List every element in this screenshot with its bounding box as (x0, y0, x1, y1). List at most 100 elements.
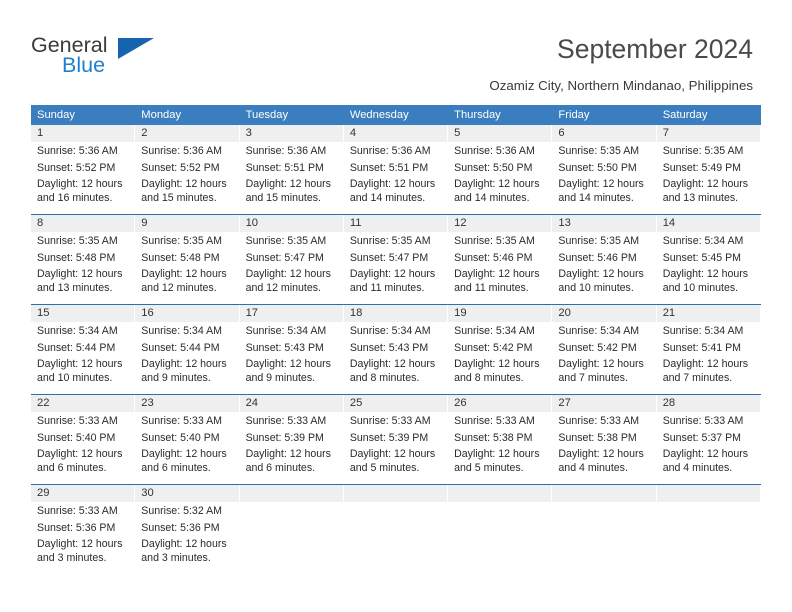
day-daylight: Daylight: 12 hours and 15 minutes. (141, 178, 227, 204)
day-number: 1 (31, 125, 135, 142)
day-number: 4 (343, 125, 448, 142)
day-sunset: Sunset: 5:38 PM (558, 431, 637, 444)
page-title: September 2024 (557, 34, 753, 64)
day-number (552, 485, 656, 502)
day-number (656, 485, 760, 502)
day-sunrise: Sunrise: 5:36 AM (454, 145, 535, 157)
day-sunset: Sunset: 5:51 PM (349, 161, 429, 174)
calendar-day-cell[interactable]: 20 Sunrise: 5:34 AM Sunset: 5:42 PM Dayl… (552, 305, 657, 394)
triangle-logo-icon (118, 38, 154, 59)
day-sunrise: Sunrise: 5:34 AM (37, 325, 118, 337)
day-sunrise: Sunrise: 5:35 AM (349, 235, 431, 247)
calendar-day-cell[interactable]: 8 Sunrise: 5:35 AM Sunset: 5:48 PM Dayli… (31, 215, 136, 304)
calendar-day-cell[interactable]: 24 Sunrise: 5:33 AM Sunset: 5:39 PM Dayl… (239, 395, 344, 484)
day-sunset: Sunset: 5:43 PM (349, 341, 429, 354)
calendar-day-cell[interactable]: 22 Sunrise: 5:33 AM Sunset: 5:40 PM Dayl… (31, 395, 136, 484)
calendar-day-cell[interactable]: 10 Sunrise: 5:35 AM Sunset: 5:47 PM Dayl… (239, 215, 344, 304)
calendar-day-cell[interactable]: 4 Sunrise: 5:36 AM Sunset: 5:51 PM Dayli… (343, 125, 449, 214)
day-number: 7 (656, 125, 760, 142)
day-number: 26 (448, 395, 552, 412)
day-number (239, 485, 343, 502)
calendar-day-cell-empty (343, 485, 449, 557)
day-sunset: Sunset: 5:39 PM (245, 431, 324, 444)
day-sunrise: Sunrise: 5:35 AM (141, 235, 222, 247)
day-sunset: Sunset: 5:47 PM (349, 251, 429, 264)
day-daylight: Daylight: 12 hours and 11 minutes. (454, 268, 540, 294)
calendar-day-cell[interactable]: 5 Sunrise: 5:36 AM Sunset: 5:50 PM Dayli… (448, 125, 553, 214)
weekday-header-thursday: Thursday (454, 109, 501, 121)
day-daylight: Daylight: 12 hours and 4 minutes. (558, 448, 644, 474)
calendar-day-cell[interactable]: 16 Sunrise: 5:34 AM Sunset: 5:44 PM Dayl… (135, 305, 240, 394)
calendar-day-cell[interactable]: 14 Sunrise: 5:34 AM Sunset: 5:45 PM Dayl… (656, 215, 761, 304)
calendar-day-cell[interactable]: 19 Sunrise: 5:34 AM Sunset: 5:42 PM Dayl… (448, 305, 553, 394)
calendar-day-cell[interactable]: 9 Sunrise: 5:35 AM Sunset: 5:48 PM Dayli… (135, 215, 240, 304)
day-daylight: Daylight: 12 hours and 13 minutes. (662, 178, 749, 204)
day-daylight: Daylight: 12 hours and 16 minutes. (37, 178, 123, 204)
day-number: 28 (656, 395, 760, 412)
day-sunset: Sunset: 5:42 PM (454, 341, 533, 354)
weekday-header-tuesday: Tuesday (245, 109, 289, 121)
day-number (448, 485, 552, 502)
day-number (343, 485, 448, 502)
calendar-week-row: 1 Sunrise: 5:36 AM Sunset: 5:52 PM Dayli… (31, 125, 761, 214)
day-sunrise: Sunrise: 5:33 AM (349, 415, 431, 427)
day-sunset: Sunset: 5:45 PM (662, 251, 742, 264)
day-sunset: Sunset: 5:40 PM (141, 431, 220, 444)
calendar-day-cell[interactable]: 6 Sunrise: 5:35 AM Sunset: 5:50 PM Dayli… (552, 125, 657, 214)
day-sunset: Sunset: 5:42 PM (558, 341, 637, 354)
day-sunset: Sunset: 5:48 PM (37, 251, 116, 264)
day-sunset: Sunset: 5:48 PM (141, 251, 220, 264)
calendar-day-cell[interactable]: 11 Sunrise: 5:35 AM Sunset: 5:47 PM Dayl… (343, 215, 449, 304)
day-sunrise: Sunrise: 5:35 AM (37, 235, 118, 247)
day-sunrise: Sunrise: 5:36 AM (349, 145, 431, 157)
day-sunset: Sunset: 5:39 PM (349, 431, 429, 444)
weekday-header-wednesday: Wednesday (349, 109, 409, 121)
weekday-header-saturday: Saturday (662, 109, 708, 121)
day-number: 13 (552, 215, 656, 232)
calendar-day-cell[interactable]: 2 Sunrise: 5:36 AM Sunset: 5:52 PM Dayli… (135, 125, 240, 214)
day-sunrise: Sunrise: 5:35 AM (558, 235, 640, 247)
day-number: 22 (31, 395, 135, 412)
day-daylight: Daylight: 12 hours and 10 minutes. (662, 268, 749, 294)
calendar-day-cell[interactable]: 17 Sunrise: 5:34 AM Sunset: 5:43 PM Dayl… (239, 305, 344, 394)
calendar-day-cell[interactable]: 23 Sunrise: 5:33 AM Sunset: 5:40 PM Dayl… (135, 395, 240, 484)
day-sunset: Sunset: 5:52 PM (37, 161, 116, 174)
calendar-day-cell[interactable]: 1 Sunrise: 5:36 AM Sunset: 5:52 PM Dayli… (31, 125, 136, 214)
calendar-day-cell[interactable]: 18 Sunrise: 5:34 AM Sunset: 5:43 PM Dayl… (343, 305, 449, 394)
calendar-weekday-header: Sunday Monday Tuesday Wednesday Thursday… (31, 105, 761, 125)
day-daylight: Daylight: 12 hours and 8 minutes. (349, 358, 436, 384)
calendar-day-cell-empty (448, 485, 553, 557)
day-daylight: Daylight: 12 hours and 5 minutes. (349, 448, 436, 474)
day-sunrise: Sunrise: 5:33 AM (558, 415, 640, 427)
calendar-day-cell[interactable]: 29 Sunrise: 5:33 AM Sunset: 5:36 PM Dayl… (31, 485, 136, 564)
day-daylight: Daylight: 12 hours and 7 minutes. (662, 358, 749, 384)
calendar-day-cell-empty (552, 485, 657, 557)
page-subtitle-location: Ozamiz City, Northern Mindanao, Philippi… (489, 78, 753, 93)
day-daylight: Daylight: 12 hours and 3 minutes. (37, 538, 123, 564)
brand-name-blue: Blue (62, 53, 106, 77)
day-number: 12 (448, 215, 552, 232)
calendar-day-cell[interactable]: 12 Sunrise: 5:35 AM Sunset: 5:46 PM Dayl… (448, 215, 553, 304)
day-daylight: Daylight: 12 hours and 7 minutes. (558, 358, 644, 384)
calendar-week-row: 8 Sunrise: 5:35 AM Sunset: 5:48 PM Dayli… (31, 214, 761, 304)
day-daylight: Daylight: 12 hours and 4 minutes. (662, 448, 749, 474)
day-sunset: Sunset: 5:51 PM (245, 161, 324, 174)
calendar-day-cell[interactable]: 28 Sunrise: 5:33 AM Sunset: 5:37 PM Dayl… (656, 395, 761, 484)
calendar-day-cell[interactable]: 21 Sunrise: 5:34 AM Sunset: 5:41 PM Dayl… (656, 305, 761, 394)
calendar-day-cell[interactable]: 7 Sunrise: 5:35 AM Sunset: 5:49 PM Dayli… (656, 125, 761, 214)
calendar-day-cell[interactable]: 25 Sunrise: 5:33 AM Sunset: 5:39 PM Dayl… (343, 395, 449, 484)
calendar-day-cell[interactable]: 13 Sunrise: 5:35 AM Sunset: 5:46 PM Dayl… (552, 215, 657, 304)
calendar-day-cell[interactable]: 26 Sunrise: 5:33 AM Sunset: 5:38 PM Dayl… (448, 395, 553, 484)
calendar-day-cell[interactable]: 15 Sunrise: 5:34 AM Sunset: 5:44 PM Dayl… (31, 305, 136, 394)
day-sunset: Sunset: 5:50 PM (558, 161, 637, 174)
calendar-day-cell[interactable]: 27 Sunrise: 5:33 AM Sunset: 5:38 PM Dayl… (552, 395, 657, 484)
brand-logo[interactable]: General Blue (31, 33, 211, 83)
day-number: 25 (343, 395, 448, 412)
weekday-header-friday: Friday (558, 109, 590, 121)
calendar-day-cell-empty (656, 485, 761, 557)
day-number: 8 (31, 215, 135, 232)
calendar-day-cell[interactable]: 3 Sunrise: 5:36 AM Sunset: 5:51 PM Dayli… (239, 125, 344, 214)
day-number: 20 (552, 305, 656, 322)
day-sunrise: Sunrise: 5:34 AM (349, 325, 431, 337)
calendar-day-cell[interactable]: 30 Sunrise: 5:32 AM Sunset: 5:36 PM Dayl… (135, 485, 240, 564)
